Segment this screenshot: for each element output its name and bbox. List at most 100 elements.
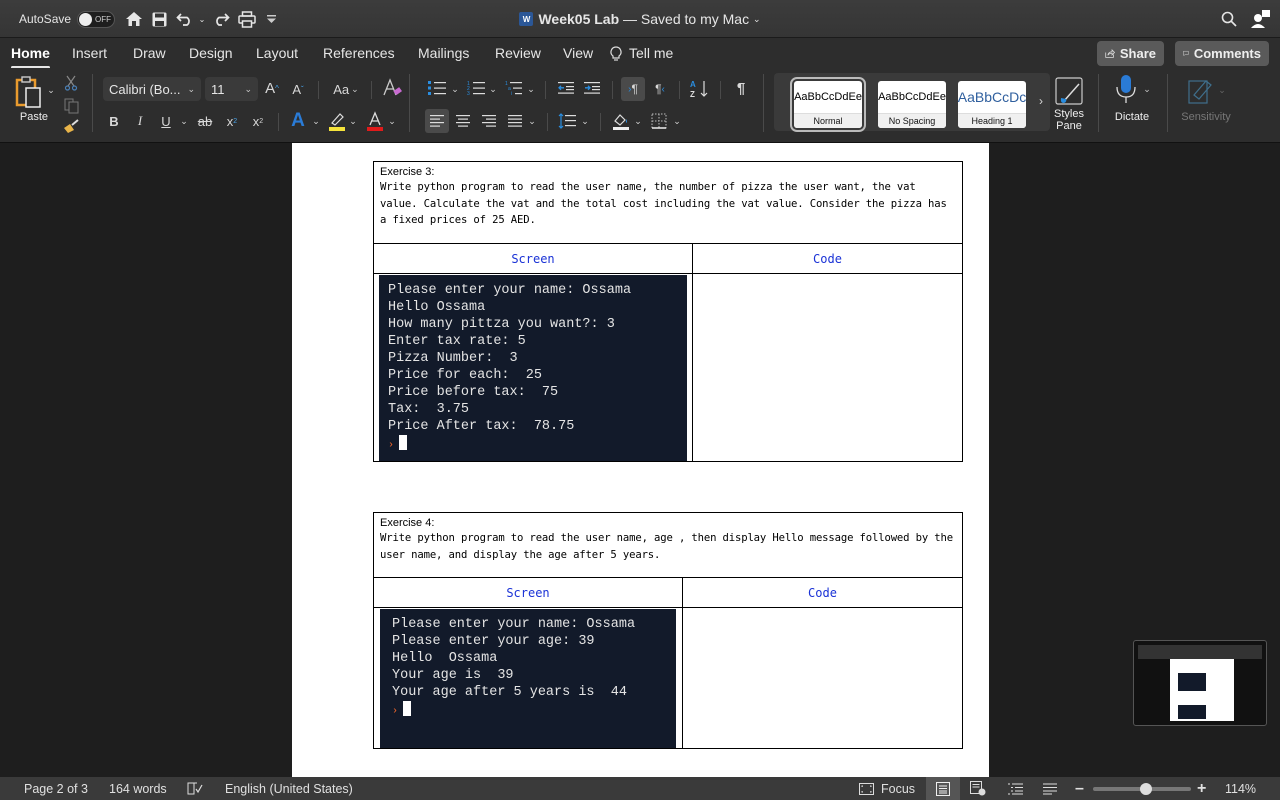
- exercise-4-screen-cell[interactable]: Please enter your name: Ossama Please en…: [374, 608, 683, 748]
- ltr-paragraph-button[interactable]: › ¶: [621, 77, 645, 101]
- numbering-chevron[interactable]: ⌄: [488, 82, 498, 96]
- borders-icon[interactable]: [650, 111, 668, 131]
- style-no-spacing[interactable]: AaBbCcDdEe No Spacing: [878, 81, 946, 128]
- zoom-slider-knob[interactable]: [1139, 782, 1152, 795]
- zoom-out-button[interactable]: –: [1075, 777, 1084, 800]
- undo-icon[interactable]: [175, 10, 193, 28]
- styles-pane-button[interactable]: Styles Pane: [1052, 76, 1086, 140]
- underline-options-chevron[interactable]: ⌄: [179, 114, 189, 128]
- bullets-icon[interactable]: [427, 80, 447, 96]
- focus-button[interactable]: Focus: [859, 777, 915, 800]
- search-icon[interactable]: [1219, 9, 1239, 29]
- rtl-paragraph-button[interactable]: ¶ ‹: [649, 77, 671, 101]
- window-thumbnail-preview[interactable]: [1133, 640, 1267, 726]
- cut-icon[interactable]: [63, 74, 79, 92]
- language[interactable]: English (United States): [225, 777, 353, 800]
- zoom-in-button[interactable]: +: [1197, 777, 1206, 800]
- page-count[interactable]: Page 2 of 3: [24, 777, 88, 800]
- line-spacing-chevron[interactable]: ⌄: [580, 114, 590, 128]
- align-left-button[interactable]: [425, 109, 449, 133]
- multilevel-list-icon[interactable]: 1ai: [504, 80, 524, 96]
- shading-icon[interactable]: [611, 110, 631, 132]
- format-painter-icon[interactable]: [62, 118, 80, 134]
- tab-review[interactable]: Review: [495, 45, 541, 61]
- exercise-3-code-cell[interactable]: [693, 274, 962, 461]
- draft-view-icon[interactable]: [1043, 777, 1057, 800]
- font-size-dropdown[interactable]: 11 ⌄: [205, 77, 258, 101]
- share-button[interactable]: Share: [1097, 41, 1164, 66]
- shading-chevron[interactable]: ⌄: [633, 114, 643, 128]
- bold-button[interactable]: B: [107, 112, 121, 130]
- web-layout-view-icon[interactable]: [970, 777, 986, 800]
- paste-icon[interactable]: [14, 75, 44, 109]
- exercise-4-description[interactable]: Exercise 4: Write python program to read…: [374, 513, 962, 578]
- comments-button[interactable]: Comments: [1175, 41, 1269, 66]
- grow-font-icon[interactable]: A ^: [262, 78, 282, 98]
- styles-pane-icon: [1055, 77, 1083, 105]
- superscript-button[interactable]: x2: [250, 112, 266, 130]
- line-spacing-icon[interactable]: [557, 110, 577, 132]
- font-name-dropdown[interactable]: Calibri (Bo... ⌄: [103, 77, 201, 101]
- tell-me[interactable]: Tell me: [610, 45, 673, 61]
- align-center-button[interactable]: [453, 109, 473, 133]
- exercise-4-code-cell[interactable]: [683, 608, 962, 748]
- word-count[interactable]: 164 words: [109, 777, 167, 800]
- customize-toolbar-icon[interactable]: [265, 12, 277, 26]
- justify-chevron[interactable]: ⌄: [527, 114, 537, 128]
- proofing-icon[interactable]: [187, 777, 203, 800]
- print-layout-view-icon[interactable]: [926, 777, 960, 800]
- subscript-button[interactable]: x2: [224, 112, 240, 130]
- highlight-color-chevron[interactable]: ⌄: [348, 114, 358, 128]
- highlight-color-icon[interactable]: [327, 110, 347, 132]
- tab-view[interactable]: View: [563, 45, 593, 61]
- font-color-icon[interactable]: [365, 110, 385, 132]
- justify-button[interactable]: [505, 109, 525, 133]
- strikethrough-button[interactable]: ab: [195, 112, 215, 130]
- paste-options-chevron[interactable]: ⌄: [46, 84, 56, 96]
- style-heading-1[interactable]: AaBbCcDc Heading 1: [958, 81, 1026, 128]
- borders-chevron[interactable]: ⌄: [672, 114, 682, 128]
- numbering-icon[interactable]: 123: [466, 80, 486, 96]
- document-page[interactable]: Exercise 3: Write python program to read…: [292, 143, 989, 777]
- clear-formatting-icon[interactable]: [381, 77, 403, 99]
- tab-mailings[interactable]: Mailings: [418, 45, 469, 61]
- increase-indent-icon[interactable]: [582, 80, 602, 96]
- autosave-toggle[interactable]: OFF: [77, 10, 116, 28]
- save-icon[interactable]: [150, 10, 168, 28]
- copy-icon[interactable]: [63, 97, 79, 115]
- styles-more-chevron[interactable]: ›: [1036, 93, 1046, 109]
- print-icon[interactable]: [237, 9, 257, 29]
- zoom-slider[interactable]: [1093, 777, 1191, 800]
- tab-home[interactable]: Home: [11, 45, 50, 69]
- exercise-3-screen-cell[interactable]: Please enter your name: Ossama Hello Oss…: [374, 274, 693, 461]
- home-icon[interactable]: [124, 9, 144, 29]
- bullets-chevron[interactable]: ⌄: [450, 82, 460, 96]
- show-formatting-marks-icon[interactable]: ¶: [731, 78, 751, 98]
- tab-layout[interactable]: Layout: [256, 45, 298, 61]
- align-right-button[interactable]: [479, 109, 499, 133]
- exercise-3-description[interactable]: Exercise 3: Write python program to read…: [374, 162, 962, 244]
- account-icon[interactable]: [1250, 8, 1272, 30]
- document-canvas[interactable]: Exercise 3: Write python program to read…: [0, 143, 1280, 777]
- tab-insert[interactable]: Insert: [72, 45, 107, 61]
- tab-references[interactable]: References: [323, 45, 395, 61]
- sort-icon[interactable]: AZ: [689, 77, 711, 101]
- text-effects-icon[interactable]: A: [287, 110, 309, 132]
- italic-button[interactable]: I: [133, 112, 147, 130]
- font-color-chevron[interactable]: ⌄: [387, 114, 397, 128]
- outline-view-icon[interactable]: [1008, 777, 1023, 800]
- autosave-control[interactable]: AutoSave OFF: [19, 0, 116, 38]
- text-effects-chevron[interactable]: ⌄: [311, 114, 321, 128]
- tab-design[interactable]: Design: [189, 45, 233, 61]
- multilevel-list-chevron[interactable]: ⌄: [526, 82, 536, 96]
- change-case-button[interactable]: Aa ⌄: [329, 79, 363, 99]
- decrease-indent-icon[interactable]: [556, 80, 576, 96]
- tab-draw[interactable]: Draw: [133, 45, 166, 61]
- undo-dropdown-icon[interactable]: ⌄: [197, 13, 207, 25]
- underline-button[interactable]: U: [159, 112, 173, 130]
- style-normal[interactable]: AaBbCcDdEe Normal: [790, 77, 866, 132]
- redo-icon[interactable]: [212, 10, 230, 28]
- shrink-font-icon[interactable]: Aˇ: [289, 80, 307, 98]
- zoom-level[interactable]: 114%: [1225, 777, 1256, 800]
- dictate-icon[interactable]: ⌄: [1110, 74, 1154, 104]
